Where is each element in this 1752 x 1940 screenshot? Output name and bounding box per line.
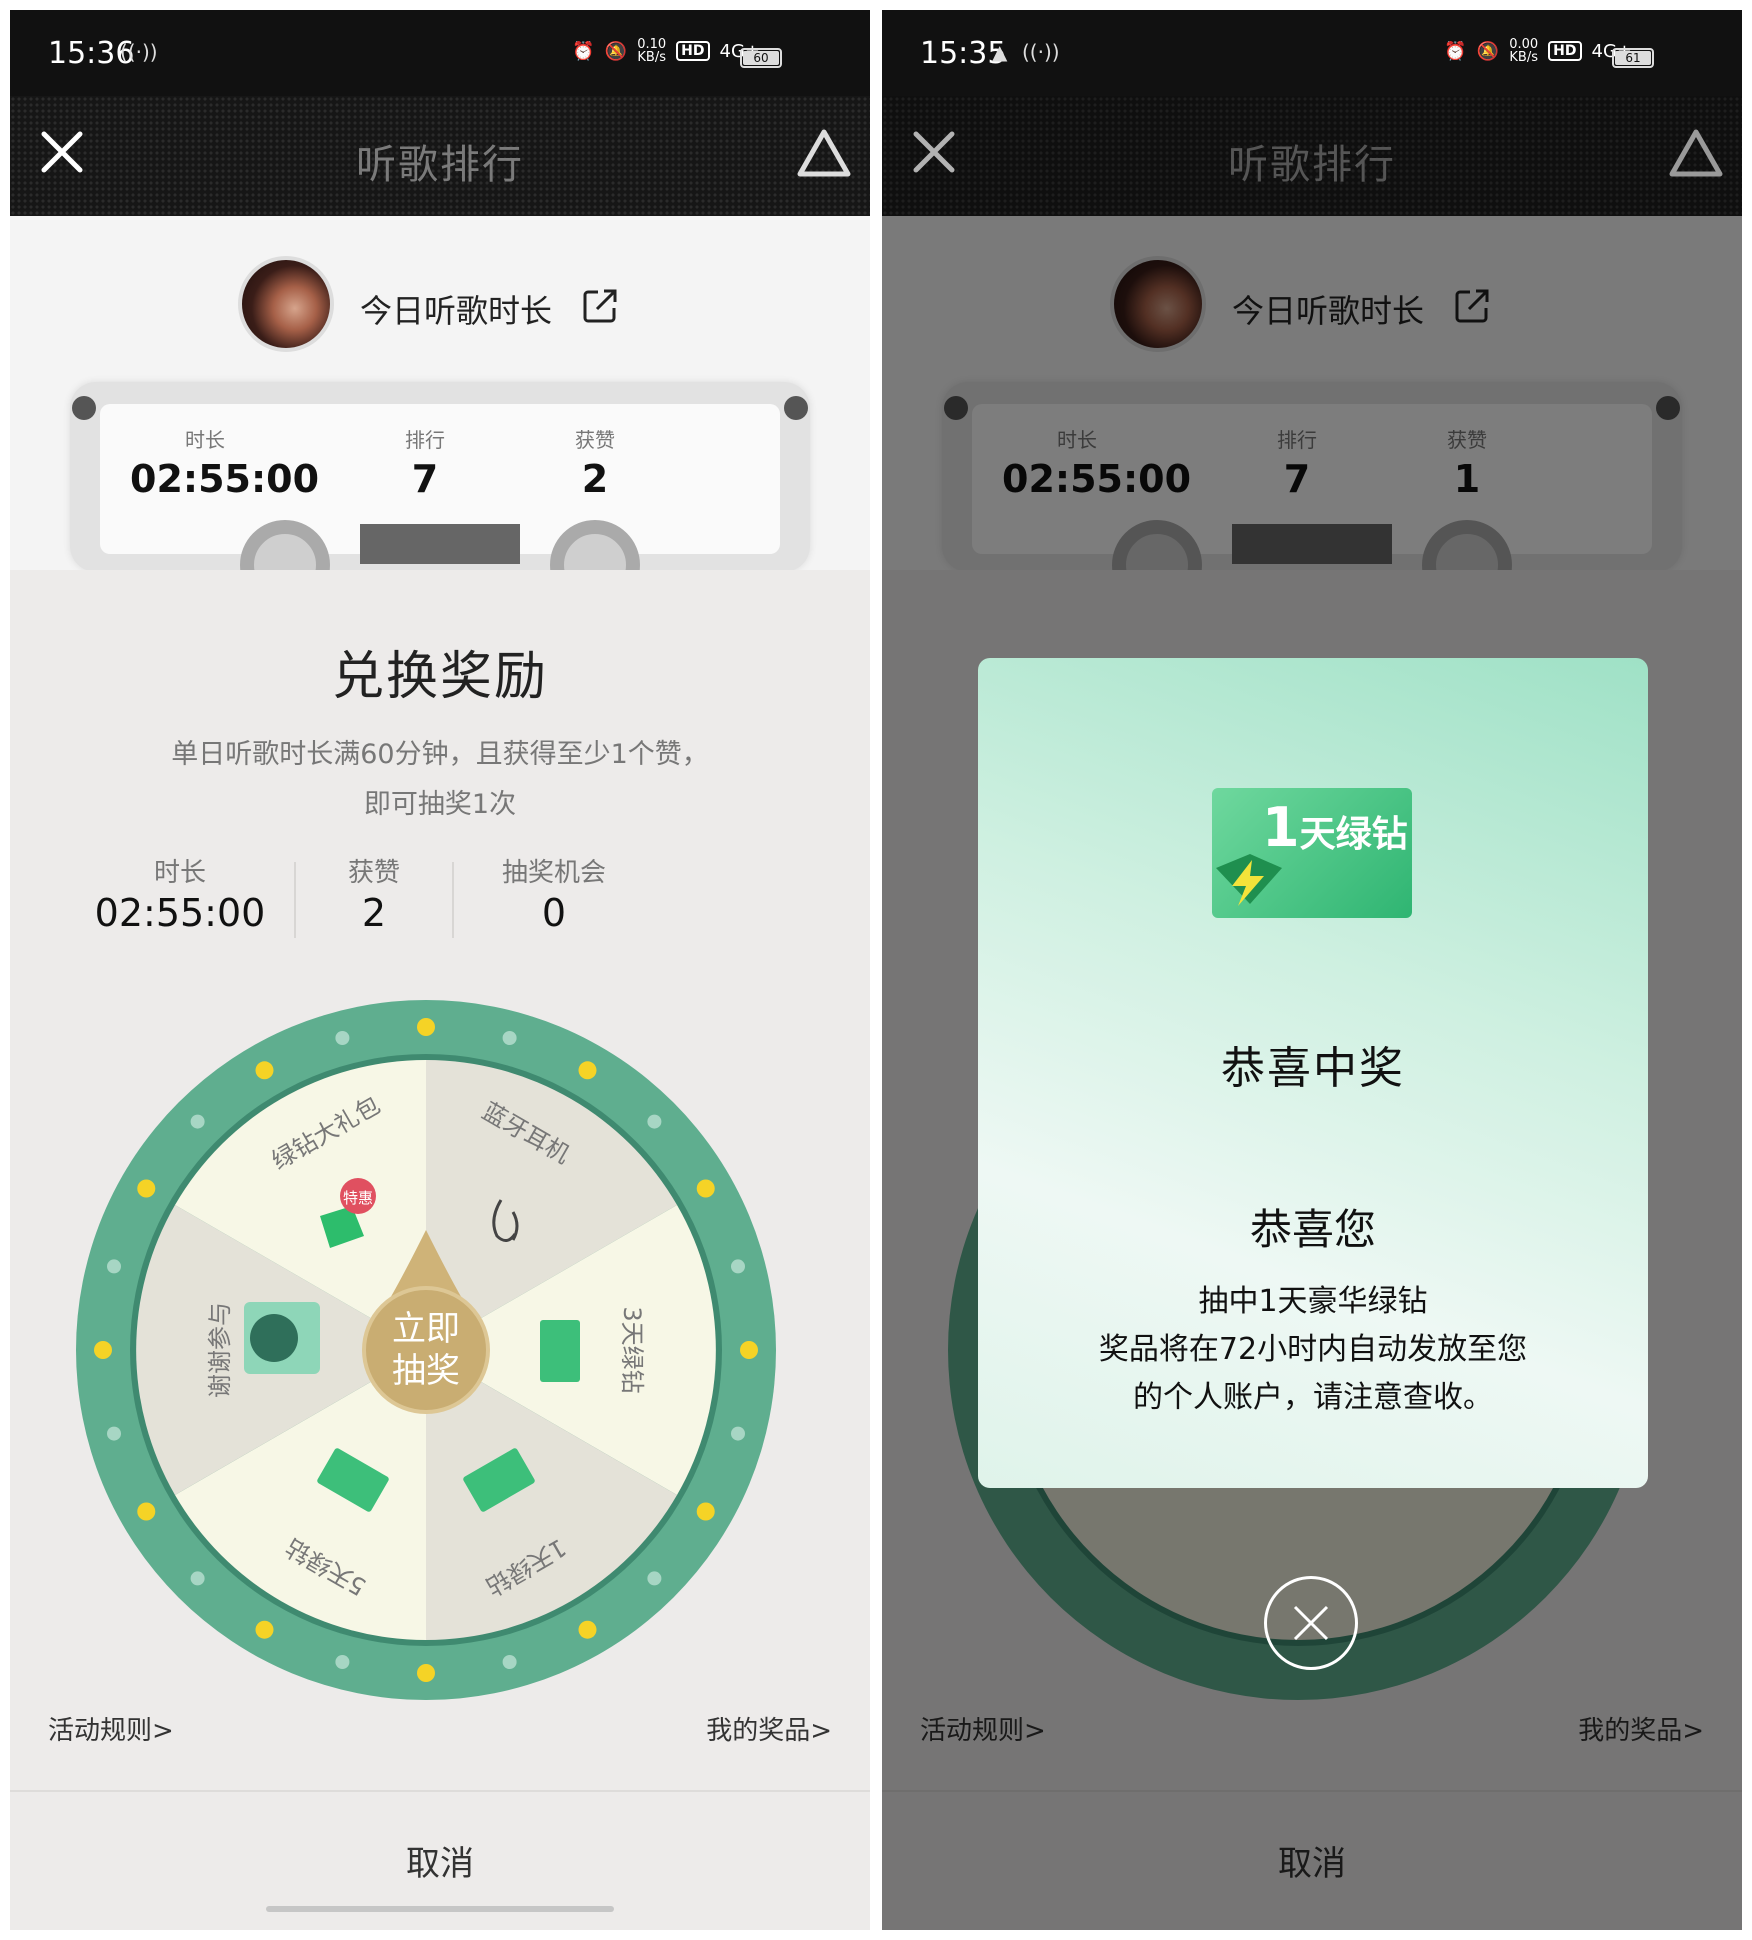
stat-duration: 时长 02:55:00 [94, 858, 266, 935]
wheel-light [107, 1259, 122, 1274]
tape-window [360, 524, 520, 564]
net-speed: 0.10 KB/s [637, 37, 667, 65]
alarm-icon: ⏰ [572, 40, 595, 62]
green-diamond-card: 1天绿钻 [1212, 788, 1412, 918]
wheel-light [730, 1259, 745, 1274]
nfc-icon: ((·)) [1022, 40, 1060, 64]
wheel-light [417, 1664, 435, 1682]
wheel-light [647, 1571, 662, 1586]
mute-icon: 🔕 [604, 40, 628, 62]
avatar[interactable] [238, 256, 334, 352]
header-bar: 听歌排行 [10, 96, 870, 216]
qq-icon: ▲ [992, 40, 1008, 64]
wheel-light [730, 1426, 745, 1441]
status-bar: 15:35 ▲ ((·)) ⏰ 🔕 0.00 KB/s HD 4G+ 61 [882, 10, 1742, 96]
status-icons: ⏰ 🔕 0.10 KB/s HD 4G+ [572, 38, 760, 64]
wheel-light [647, 1114, 662, 1129]
battery-icon: 61 [1612, 48, 1654, 68]
battery-icon: 60 [740, 48, 782, 68]
sale-badge-text: 特惠 [343, 1189, 373, 1207]
cancel-button[interactable]: 取消 [10, 1836, 870, 1885]
left-screenshot: 15:36 ((·)) ⏰ 🔕 0.10 KB/s HD 4G+ 60 听歌排行 … [10, 10, 870, 1930]
right-screenshot: 15:35 ▲ ((·)) ⏰ 🔕 0.00 KB/s HD 4G+ 61 听歌排… [882, 10, 1742, 1930]
cassette-stat-duration: 时长02:55:00 [130, 428, 320, 501]
wheel-light [502, 1654, 517, 1669]
spin-button[interactable] [362, 1286, 490, 1414]
stat-chances: 抽奖机会 0 [501, 858, 606, 935]
wheel-light [502, 1031, 517, 1046]
sheet-title: 兑换奖励 [331, 647, 548, 707]
net-speed: 0.00 KB/s [1509, 37, 1539, 65]
wheel-light [190, 1114, 205, 1129]
spin-label-1: 立即 [392, 1309, 460, 1349]
prize-label-3day: 3天绿钻 [618, 1306, 646, 1393]
wheel-light [94, 1341, 112, 1359]
stats-row: 时长 02:55:00 获赞 2 抽奖机会 0 [10, 852, 870, 942]
alarm-icon: ⏰ [1444, 40, 1467, 62]
cassette-stat-likes: 获赞 2 [575, 428, 615, 501]
hd-badge: HD [676, 41, 710, 61]
wheel-light [137, 1502, 156, 1521]
cassette-stat-rank: 排行7 [405, 428, 445, 501]
status-icons: ⏰ 🔕 0.00 KB/s HD 4G+ [1444, 38, 1632, 64]
close-icon [1293, 1605, 1329, 1641]
wheel-light [696, 1502, 715, 1521]
prize-wheel: 蓝牙耳机 3天绿钻 1天绿钻 5天绿钻 谢谢参与 绿钻大礼包 特惠 立即 抽奖 [76, 1000, 776, 1700]
modal-message: 抽中1天豪华绿钻 奖品将在72小时内自动发放至您 的个人账户，请注意查收。 [1098, 1284, 1528, 1415]
wheel-light [255, 1620, 274, 1639]
thumb-icon [250, 1314, 298, 1362]
triangle-icon[interactable] [796, 128, 852, 178]
wheel-light [740, 1341, 758, 1359]
listen-time-label: 今日听歌时长 [360, 292, 553, 330]
modal-heading: 恭喜中奖 [1221, 1043, 1405, 1094]
wheel-light [107, 1426, 122, 1441]
wheel-light [417, 1018, 435, 1036]
screw [784, 396, 808, 420]
reward-sheet: 兑换奖励 单日听歌时长满60分钟，且获得至少1个赞， 即可抽奖1次 时长 02:55… [10, 570, 870, 1930]
status-bar: 15:36 ((·)) ⏰ 🔕 0.10 KB/s HD 4G+ 60 [10, 10, 870, 96]
prize-modal: 1天绿钻 恭喜中奖 恭喜您 抽中1天豪华绿钻 奖品将在72小时内自动发放至您 的… [978, 658, 1648, 1488]
mute-icon: 🔕 [1476, 40, 1500, 62]
page-title: 听歌排行 [356, 142, 524, 188]
wheel-light [255, 1061, 274, 1080]
cassette-card: 时长 02:55:00 排行 7 获赞 2 [70, 382, 810, 610]
profile-row: 今日听歌时长 [10, 216, 870, 352]
sheet-description: 单日听歌时长满60分钟，且获得至少1个赞， 即可抽奖1次 [171, 739, 709, 820]
green-diamond-card-icon [540, 1320, 580, 1382]
lightning-icon [1216, 854, 1282, 906]
dim-overlay [882, 96, 1742, 216]
wheel-light [335, 1654, 350, 1669]
wheel-light [335, 1031, 350, 1046]
wheel-light [578, 1620, 597, 1639]
wheel-light [190, 1571, 205, 1586]
rules-link[interactable]: 活动规则> [48, 1710, 174, 1747]
my-prizes-link[interactable]: 我的奖品> [706, 1710, 832, 1747]
wheel-light [578, 1061, 597, 1080]
wheel-light [137, 1179, 156, 1198]
share-icon[interactable] [580, 286, 620, 326]
wheel-light [696, 1179, 715, 1198]
spin-label-2: 抽奖 [392, 1351, 460, 1391]
prize-label-thanks: 谢谢参与 [206, 1302, 234, 1398]
modal-subheading: 恭喜您 [1249, 1205, 1376, 1254]
nfc-icon: ((·)) [120, 40, 158, 64]
screw [72, 396, 96, 420]
hd-badge: HD [1548, 41, 1582, 61]
home-indicator [266, 1906, 614, 1912]
modal-close-button[interactable] [1264, 1576, 1358, 1670]
